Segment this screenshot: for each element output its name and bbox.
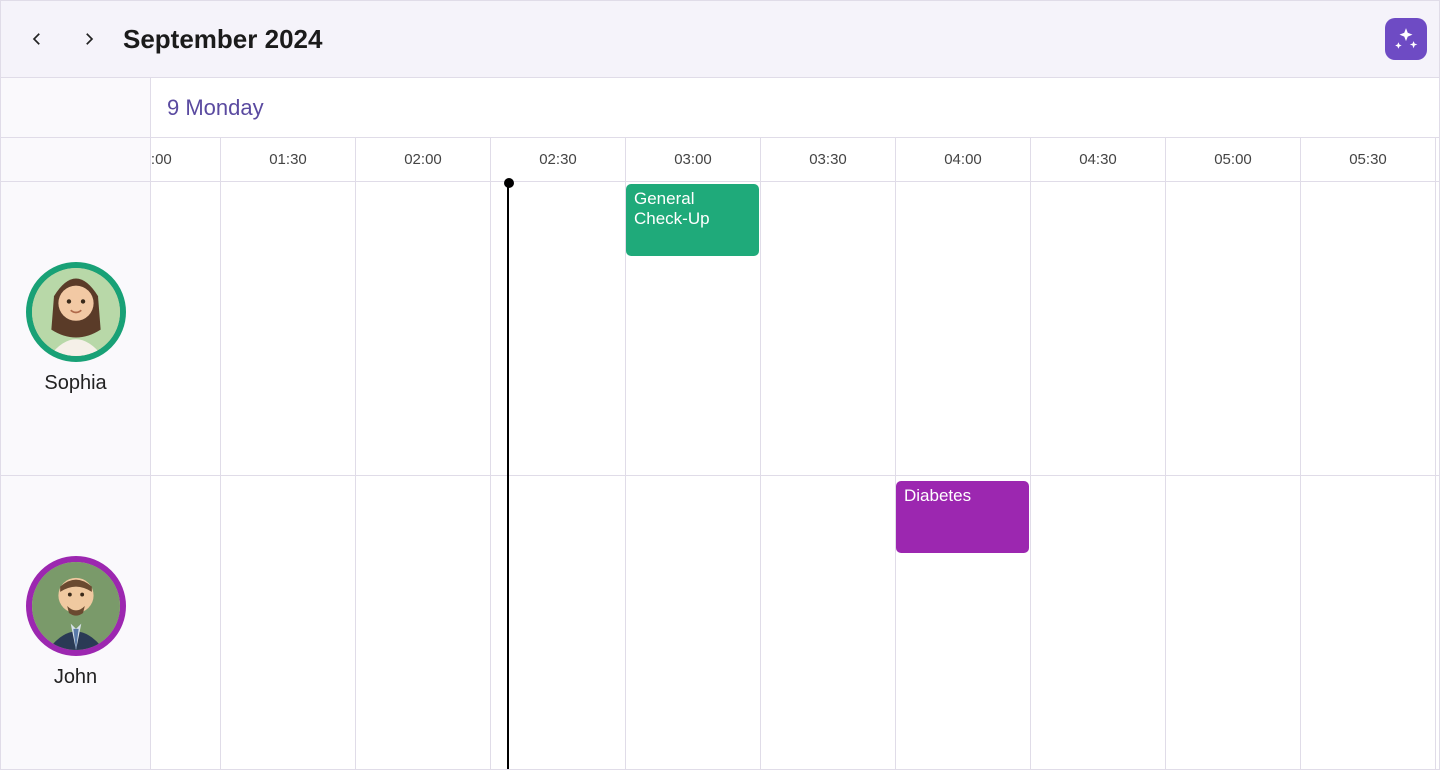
time-slot-header: 02:30 [491, 138, 626, 181]
current-time-indicator [507, 182, 509, 769]
time-ruler: 01:0001:3002:0002:3003:0003:3004:0004:30… [151, 138, 1439, 181]
next-button[interactable] [71, 21, 107, 57]
month-title: September 2024 [123, 24, 322, 55]
time-slot-header: 05:00 [1166, 138, 1301, 181]
time-header-spacer [1, 138, 151, 181]
time-slot-header: 02:00 [356, 138, 491, 181]
time-slot-header: 01:00 [151, 138, 221, 181]
time-slot-header: 03:30 [761, 138, 896, 181]
prev-button[interactable] [19, 21, 55, 57]
calendar-event[interactable]: Diabetes [896, 481, 1029, 553]
time-slot-header: 03:00 [626, 138, 761, 181]
time-slot-header: 04:30 [1031, 138, 1166, 181]
time-slot-header: 05:30 [1301, 138, 1436, 181]
chevron-left-icon [28, 30, 46, 48]
timeline-area[interactable]: General Check-Up Diabetes [151, 182, 1439, 769]
calendar-event[interactable]: General Check-Up [626, 184, 759, 256]
sparkle-icon [1393, 26, 1419, 52]
chevron-right-icon [80, 30, 98, 48]
ai-assistant-button[interactable] [1385, 18, 1427, 60]
date-header: 9 Monday [151, 78, 1439, 137]
time-slot-header: 04:00 [896, 138, 1031, 181]
resource-header-spacer [1, 78, 151, 137]
time-slot-header: 01:30 [221, 138, 356, 181]
